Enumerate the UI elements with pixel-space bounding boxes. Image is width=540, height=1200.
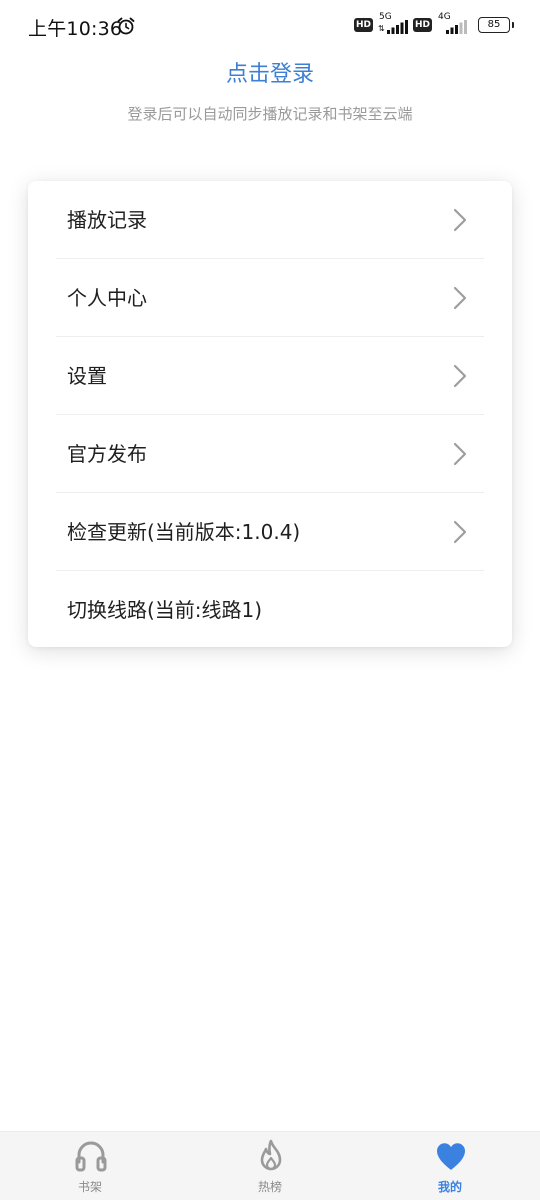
- menu-item-play-history[interactable]: 播放记录: [28, 181, 512, 259]
- login-hint: 登录后可以自动同步播放记录和书架至云端: [127, 105, 413, 123]
- chevron-right-icon: [453, 286, 467, 310]
- signal-bars-icon: [446, 20, 467, 34]
- chevron-right-icon: [453, 442, 467, 466]
- status-bar: 上午10:36 HD 5G ⇅ HD 4G 85: [0, 0, 540, 52]
- menu-item-personal-center[interactable]: 个人中心: [28, 259, 512, 337]
- menu-item-settings[interactable]: 设置: [28, 337, 512, 415]
- nav-label: 书架: [77, 1180, 102, 1194]
- nav-label: 我的: [437, 1180, 462, 1194]
- nav-item-bookshelf[interactable]: 书架: [30, 1132, 150, 1200]
- status-indicators: HD 5G ⇅ HD 4G 85: [353, 12, 514, 36]
- hd-badge: HD: [412, 18, 432, 32]
- battery-icon: 85: [478, 17, 514, 33]
- chevron-right-icon: [453, 208, 467, 232]
- flame-icon: [260, 1139, 282, 1171]
- menu-item-label: 切换线路(当前:线路1): [67, 598, 263, 622]
- hd-badge: HD: [353, 18, 373, 32]
- heart-icon: [436, 1143, 466, 1170]
- bottom-nav: 书架 热榜 我的: [0, 1131, 540, 1200]
- signal-bars-icon: [386, 20, 408, 34]
- nav-item-mine[interactable]: 我的: [390, 1132, 510, 1200]
- status-time: 上午10:36: [28, 18, 123, 40]
- nav-item-hot-list[interactable]: 热榜: [210, 1132, 330, 1200]
- menu-item-label: 检查更新(当前版本:1.0.4): [67, 520, 301, 544]
- menu-item-label: 个人中心: [67, 286, 147, 310]
- alarm-icon: [117, 17, 135, 35]
- menu-item-check-update[interactable]: 检查更新(当前版本:1.0.4): [28, 493, 512, 571]
- chevron-right-icon: [453, 520, 467, 544]
- login-link[interactable]: 点击登录: [0, 56, 540, 88]
- data-arrows-icon: ⇅: [377, 24, 385, 33]
- menu-item-label: 播放记录: [67, 208, 147, 232]
- menu-item-label: 设置: [67, 364, 107, 388]
- menu-item-official-release[interactable]: 官方发布: [28, 415, 512, 493]
- signal-4g: 4G: [436, 12, 468, 36]
- nav-label: 热榜: [257, 1180, 282, 1194]
- chevron-right-icon: [453, 364, 467, 388]
- signal-5g: 5G ⇅: [377, 12, 409, 36]
- menu-item-switch-line[interactable]: 切换线路(当前:线路1): [28, 571, 512, 649]
- headphones-icon: [75, 1141, 107, 1172]
- menu-card: 播放记录 个人中心 设置 官方发布 检查更新(当前版本:1.0.4) 切换线路(: [28, 181, 512, 647]
- menu-item-label: 官方发布: [67, 442, 147, 466]
